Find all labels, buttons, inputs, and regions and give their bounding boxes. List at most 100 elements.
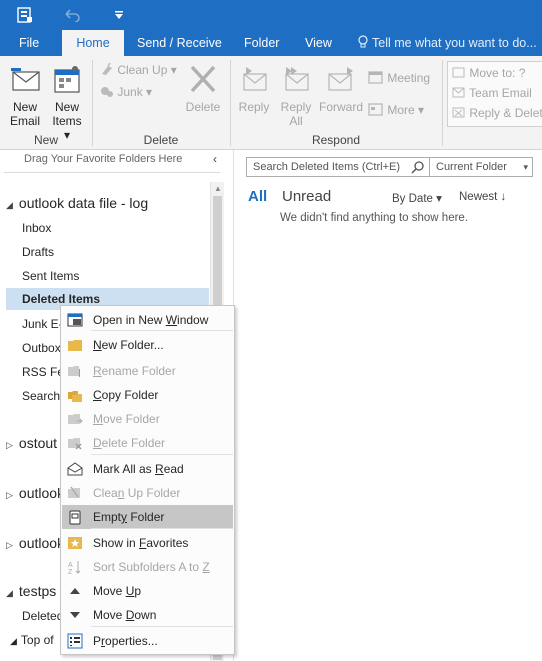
folder-outbox[interactable]: Outbox bbox=[22, 341, 61, 355]
quickstep-team-email[interactable]: Team Email bbox=[452, 85, 532, 101]
context-menu-item[interactable]: Mark All as Read bbox=[62, 457, 233, 481]
context-menu-item[interactable]: Clean Up Folder bbox=[62, 481, 233, 505]
account-name: testps bbox=[18, 583, 57, 599]
new-email-icon bbox=[11, 68, 40, 91]
collapse-pane-button[interactable]: ‹ bbox=[213, 152, 217, 166]
search-placeholder: Search Deleted Items (Ctrl+E) bbox=[253, 161, 401, 173]
filter-unread[interactable]: Unread bbox=[282, 188, 331, 205]
tell-me-box[interactable]: Tell me what you want to do... bbox=[358, 30, 537, 56]
context-menu-item[interactable]: New Folder... bbox=[62, 333, 233, 357]
sort-order-toggle[interactable]: Newest ↓ bbox=[459, 191, 506, 203]
move-folder-icon bbox=[68, 414, 83, 424]
message-list: Search Deleted Items (Ctrl+E) Current Fo… bbox=[234, 150, 542, 661]
account-outlook-2[interactable]: ▷ outlook bbox=[6, 485, 64, 501]
context-menu-label: New Folder... bbox=[93, 338, 164, 352]
tab-folder[interactable]: Folder bbox=[234, 30, 289, 56]
context-menu-item[interactable]: Delete Folder bbox=[62, 431, 233, 455]
title-bar bbox=[0, 0, 542, 30]
junk-label: Junk ▾ bbox=[117, 85, 153, 99]
tab-view[interactable]: View bbox=[295, 30, 342, 56]
expanded-triangle-icon: ◢ bbox=[6, 588, 13, 598]
context-menu-item[interactable]: Open in New Window bbox=[62, 308, 233, 332]
context-menu-item[interactable]: Move Folder bbox=[62, 407, 233, 431]
delete-folder-icon bbox=[68, 438, 82, 450]
context-menu-item[interactable]: Copy Folder bbox=[62, 383, 233, 407]
folder-drafts[interactable]: Drafts bbox=[22, 245, 54, 259]
context-menu-item[interactable]: Properties... bbox=[62, 629, 233, 653]
folder-junk-email[interactable]: Junk E- bbox=[22, 317, 63, 331]
new-items-button[interactable]: New Items ▾ bbox=[48, 64, 86, 142]
context-menu-label: Move Folder bbox=[93, 412, 160, 426]
undo-icon[interactable] bbox=[64, 8, 80, 22]
meeting-button[interactable]: Meeting bbox=[368, 70, 430, 86]
junk-button[interactable]: Junk ▾ bbox=[100, 84, 152, 100]
folder-top-of[interactable]: ◢ Top of bbox=[10, 633, 54, 647]
reply-delete-icon bbox=[452, 107, 465, 118]
folder-search-folders[interactable]: Search bbox=[22, 389, 60, 403]
menu-separator bbox=[91, 626, 233, 627]
folder-sent-items[interactable]: Sent Items bbox=[22, 269, 79, 283]
collapsed-triangle-icon: ▷ bbox=[6, 440, 13, 450]
context-menu-item[interactable]: Empty Folder bbox=[62, 505, 233, 529]
outlook-app-icon[interactable] bbox=[16, 6, 34, 24]
forward-label: Forward bbox=[318, 100, 363, 114]
mark-read-icon bbox=[67, 462, 83, 476]
delete-label: Delete bbox=[185, 100, 221, 114]
context-menu-label: Rename Folder bbox=[93, 364, 176, 378]
sort-by-dropdown[interactable]: By Date ▾ bbox=[392, 191, 442, 205]
account-ostout[interactable]: ▷ ostout bbox=[6, 435, 57, 451]
quickstep-reply-delete[interactable]: Reply & Delet bbox=[452, 105, 542, 121]
tab-file[interactable]: File bbox=[9, 30, 49, 56]
quickstep-move-to[interactable]: Move to: ? bbox=[452, 65, 525, 81]
svg-text:Z: Z bbox=[68, 569, 73, 575]
account-outlook-data-file[interactable]: ◢ outlook data file - log bbox=[6, 195, 148, 211]
scope-label: Current Folder bbox=[436, 161, 507, 173]
context-menu-item[interactable]: Move Up bbox=[62, 579, 233, 603]
forward-button[interactable]: Forward bbox=[318, 64, 364, 114]
more-respond-label: More ▾ bbox=[387, 103, 425, 117]
clean-up-folder-icon bbox=[68, 486, 80, 498]
reply-all-button[interactable]: Reply All bbox=[276, 64, 316, 128]
new-items-label-1: New bbox=[54, 100, 79, 114]
collapsed-triangle-icon: ▷ bbox=[6, 490, 13, 500]
reply-button[interactable]: Reply bbox=[236, 64, 272, 114]
delete-button[interactable]: Delete bbox=[183, 64, 223, 114]
new-email-label-1: New bbox=[12, 100, 37, 114]
search-icon[interactable] bbox=[411, 160, 425, 174]
tab-send-receive[interactable]: Send / Receive bbox=[127, 30, 232, 56]
lightbulb-icon bbox=[358, 35, 368, 48]
more-respond-button[interactable]: More ▾ bbox=[368, 102, 424, 118]
reply-all-icon bbox=[285, 67, 309, 91]
customize-quick-access-icon[interactable] bbox=[114, 10, 124, 20]
tab-home[interactable]: Home bbox=[62, 30, 124, 56]
meeting-icon bbox=[368, 71, 383, 84]
new-email-button[interactable]: New Email bbox=[6, 64, 44, 128]
svg-text:A: A bbox=[68, 562, 73, 569]
reply-icon bbox=[243, 67, 267, 91]
folder-inbox[interactable]: Inbox bbox=[22, 221, 51, 235]
context-menu-label: Copy Folder bbox=[93, 388, 159, 402]
ribbon: New Email New Items ▾ New Clean Up ▾ Jun… bbox=[0, 56, 542, 150]
context-menu-item[interactable]: A Z Sort Subfolders A to Z bbox=[62, 555, 233, 579]
empty-list-message: We didn't find anything to show here. bbox=[280, 212, 469, 224]
properties-icon bbox=[67, 633, 83, 649]
clean-up-button[interactable]: Clean Up ▾ bbox=[100, 62, 177, 78]
search-scope-dropdown[interactable]: Current Folder ▾ bbox=[430, 157, 533, 177]
context-menu-label: Open in New Window bbox=[93, 313, 209, 327]
account-testps[interactable]: ◢ testps bbox=[6, 583, 56, 599]
context-menu-item[interactable]: Show in Favorites bbox=[62, 531, 233, 555]
move-to-label: Move to: ? bbox=[469, 66, 526, 80]
context-menu-label: Move Down bbox=[93, 608, 157, 622]
account-name: ostout bbox=[18, 435, 58, 451]
search-input[interactable]: Search Deleted Items (Ctrl+E) bbox=[246, 157, 430, 177]
filter-all[interactable]: All bbox=[248, 188, 267, 205]
tell-me-text: Tell me what you want to do... bbox=[372, 36, 537, 50]
team-email-label: Team Email bbox=[469, 86, 532, 100]
context-menu-item[interactable]: Rename Folder bbox=[62, 359, 233, 383]
context-menu-item[interactable]: Move Down bbox=[62, 603, 233, 627]
context-menu-label: Empty Folder bbox=[93, 510, 165, 524]
folder-testps-deleted[interactable]: Deleted bbox=[22, 609, 63, 623]
move-up-icon bbox=[70, 588, 80, 594]
account-outlook-3[interactable]: ▷ outlook bbox=[6, 535, 64, 551]
scroll-up-arrow-icon[interactable]: ▲ bbox=[214, 184, 222, 193]
